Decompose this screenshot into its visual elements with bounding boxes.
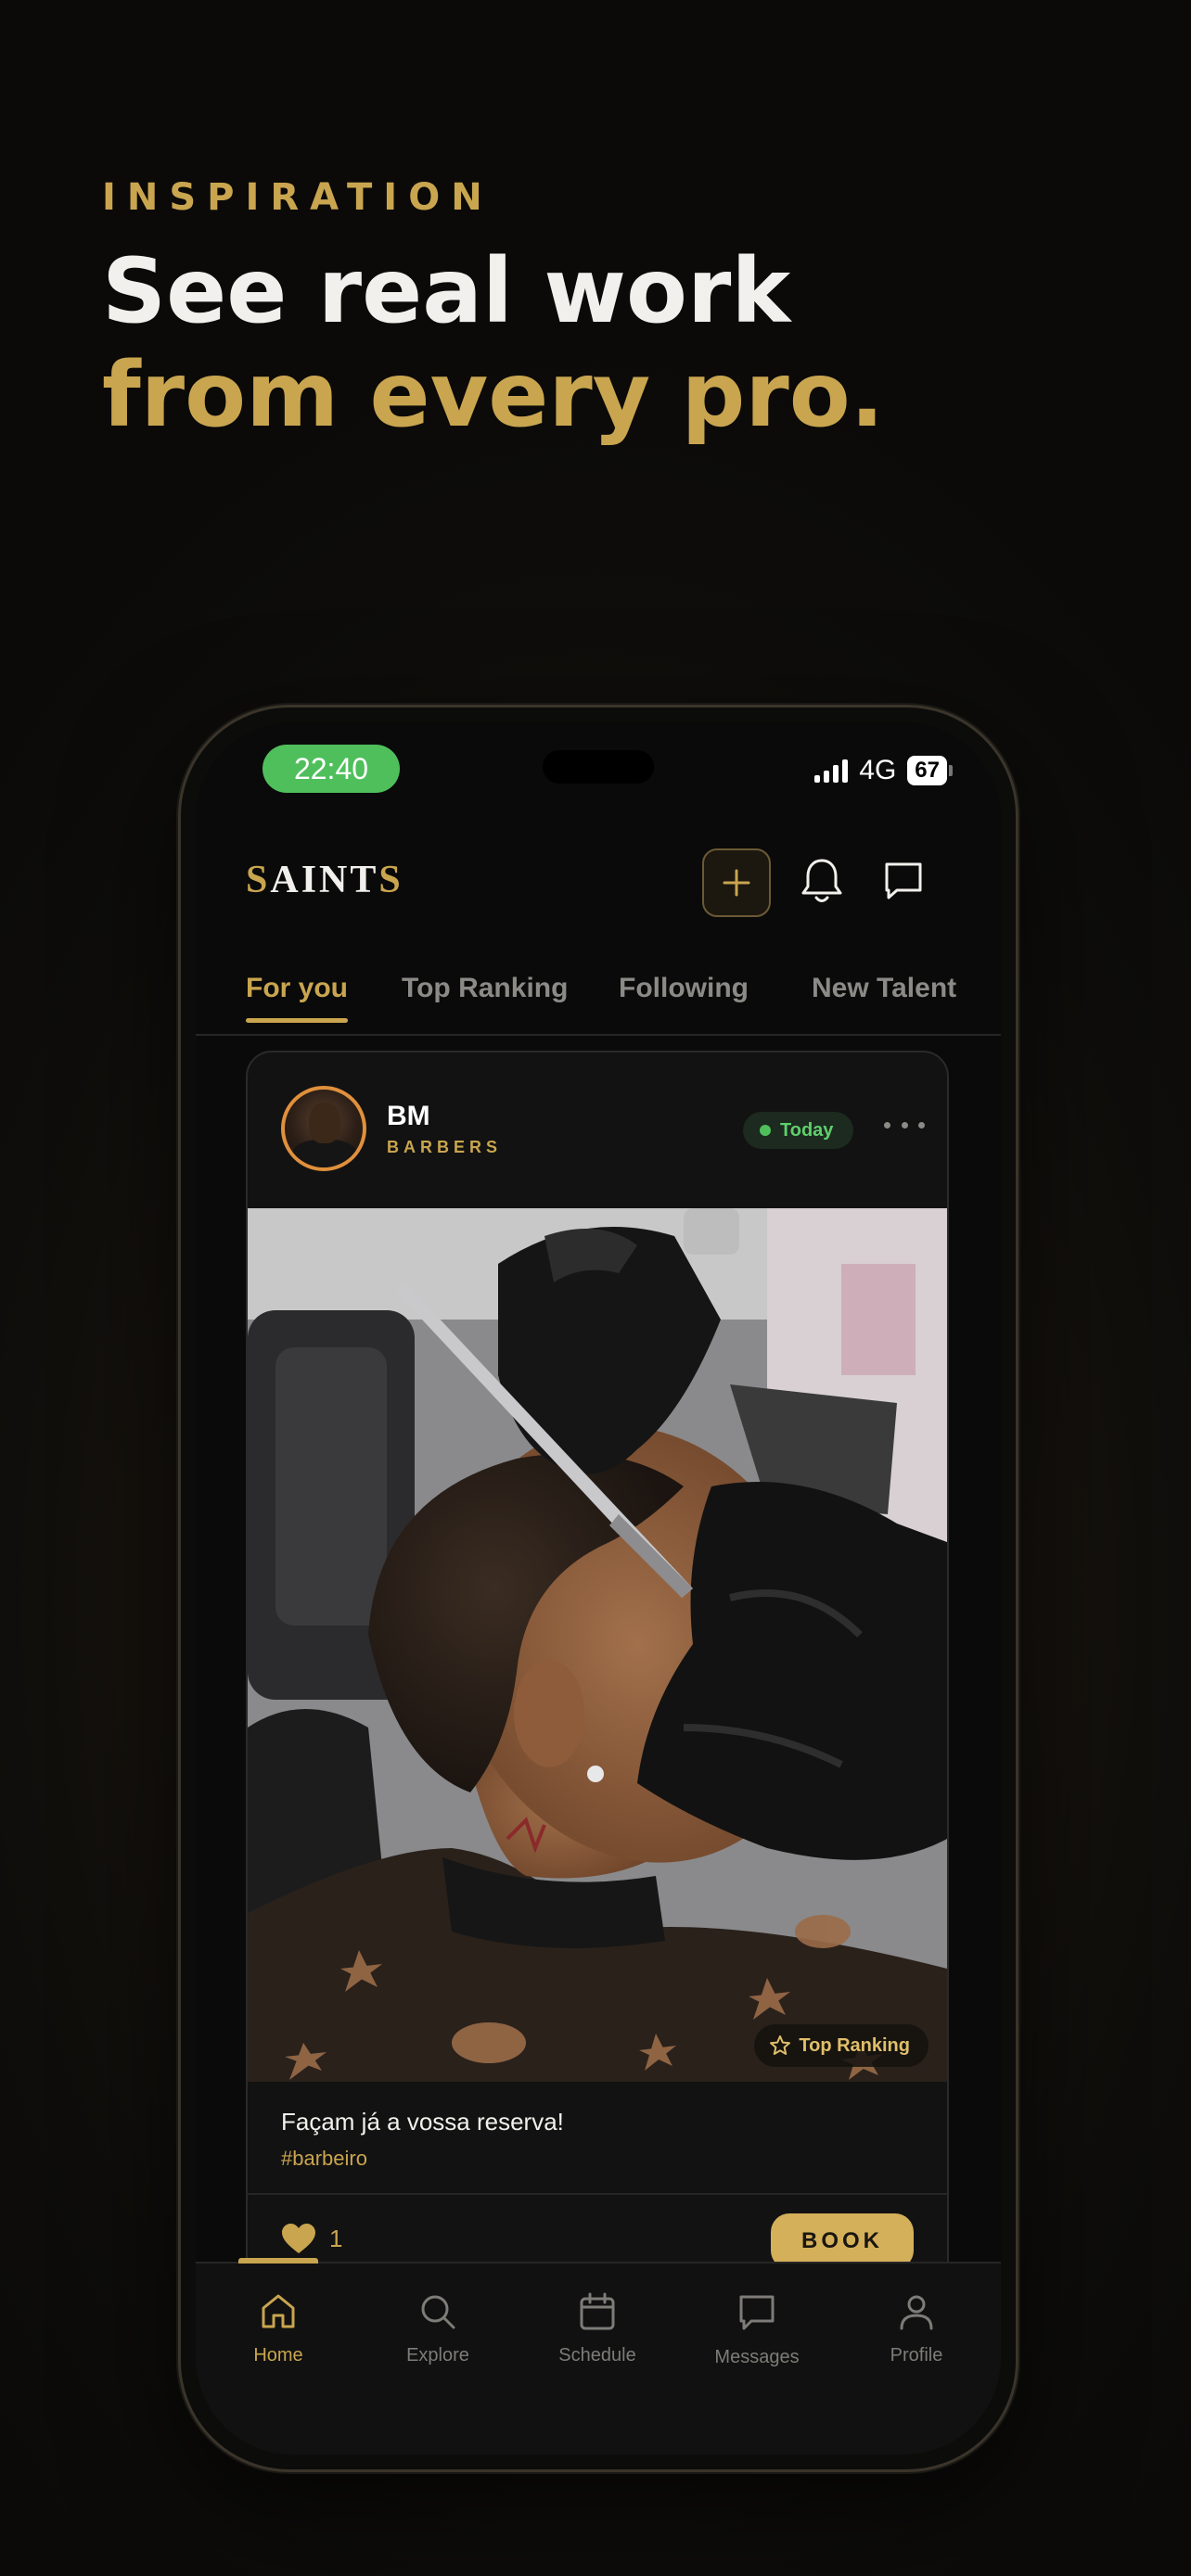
heart-icon bbox=[282, 2224, 315, 2253]
tab-new-talent[interactable]: New Talent bbox=[812, 973, 956, 1004]
promo-headline-line1: See real work bbox=[102, 239, 791, 343]
promo-eyebrow: INSPIRATION bbox=[102, 176, 493, 219]
star-icon bbox=[770, 2035, 791, 2055]
like-button[interactable]: 1 bbox=[281, 2223, 342, 2254]
post-hashtag[interactable]: #barbeiro bbox=[281, 2147, 367, 2171]
like-count: 1 bbox=[329, 2224, 343, 2252]
post-image[interactable]: Top Ranking bbox=[248, 1208, 947, 2082]
date-badge: Today bbox=[743, 1112, 854, 1149]
status-dot bbox=[760, 1125, 771, 1136]
dynamic-island bbox=[543, 750, 654, 784]
book-button[interactable]: BOOK bbox=[771, 2213, 914, 2269]
status-indicators: 4G 67 bbox=[814, 748, 953, 793]
post-author-name[interactable]: BM bbox=[387, 1101, 430, 1132]
battery-level: 67 bbox=[915, 758, 940, 783]
nav-explore[interactable]: Explore bbox=[358, 2291, 518, 2366]
signal-icon bbox=[814, 759, 849, 783]
bottom-nav: Home Explore Schedule Messages Profile bbox=[196, 2258, 1001, 2455]
active-tab-indicator bbox=[238, 2258, 318, 2264]
feed-tabs: For you Top Ranking Following New Talent bbox=[196, 973, 1001, 1036]
create-post-button[interactable] bbox=[702, 848, 771, 917]
person-icon bbox=[900, 2295, 933, 2330]
home-icon bbox=[262, 2294, 295, 2328]
phone-screen: 22:40 4G 67 SAINTS For you Top Ranking F… bbox=[196, 722, 1001, 2455]
app-logo: SAINTS bbox=[246, 859, 403, 901]
messages-button[interactable] bbox=[871, 848, 936, 913]
tab-for-you[interactable]: For you bbox=[246, 973, 348, 1023]
more-options-icon[interactable] bbox=[884, 1114, 925, 1136]
nav-profile[interactable]: Profile bbox=[837, 2291, 996, 2366]
nav-messages[interactable]: Messages bbox=[677, 2291, 837, 2368]
battery-icon: 67 bbox=[907, 756, 953, 785]
haircut-photo bbox=[248, 1208, 947, 2082]
plus-icon bbox=[723, 869, 750, 897]
tab-following[interactable]: Following bbox=[619, 973, 749, 1004]
promo-headline-line2: from every pro. bbox=[102, 343, 885, 447]
network-type: 4G bbox=[859, 755, 897, 785]
notifications-button[interactable] bbox=[789, 848, 854, 913]
calendar-icon bbox=[580, 2292, 615, 2330]
chat-icon bbox=[885, 862, 922, 899]
avatar[interactable] bbox=[281, 1086, 366, 1171]
phone-frame: 22:40 4G 67 SAINTS For you Top Ranking F… bbox=[178, 705, 1018, 2472]
nav-home[interactable]: Home bbox=[198, 2291, 358, 2366]
nav-schedule[interactable]: Schedule bbox=[518, 2291, 677, 2366]
tab-top-ranking[interactable]: Top Ranking bbox=[402, 973, 568, 1004]
promo-header: INSPIRATION See real work from every pro… bbox=[102, 176, 884, 447]
bell-icon bbox=[801, 859, 842, 902]
top-ranking-badge: Top Ranking bbox=[754, 2024, 928, 2067]
search-icon bbox=[421, 2295, 455, 2329]
post-author-type: BARBERS bbox=[387, 1138, 503, 1156]
divider bbox=[248, 2193, 947, 2195]
post-caption: Façam já a vossa reserva! bbox=[281, 2108, 564, 2136]
status-time: 22:40 bbox=[263, 745, 400, 793]
message-icon bbox=[739, 2295, 775, 2330]
post-card: BM BARBERS Today Top Ranking Façam já a … bbox=[246, 1051, 949, 2353]
